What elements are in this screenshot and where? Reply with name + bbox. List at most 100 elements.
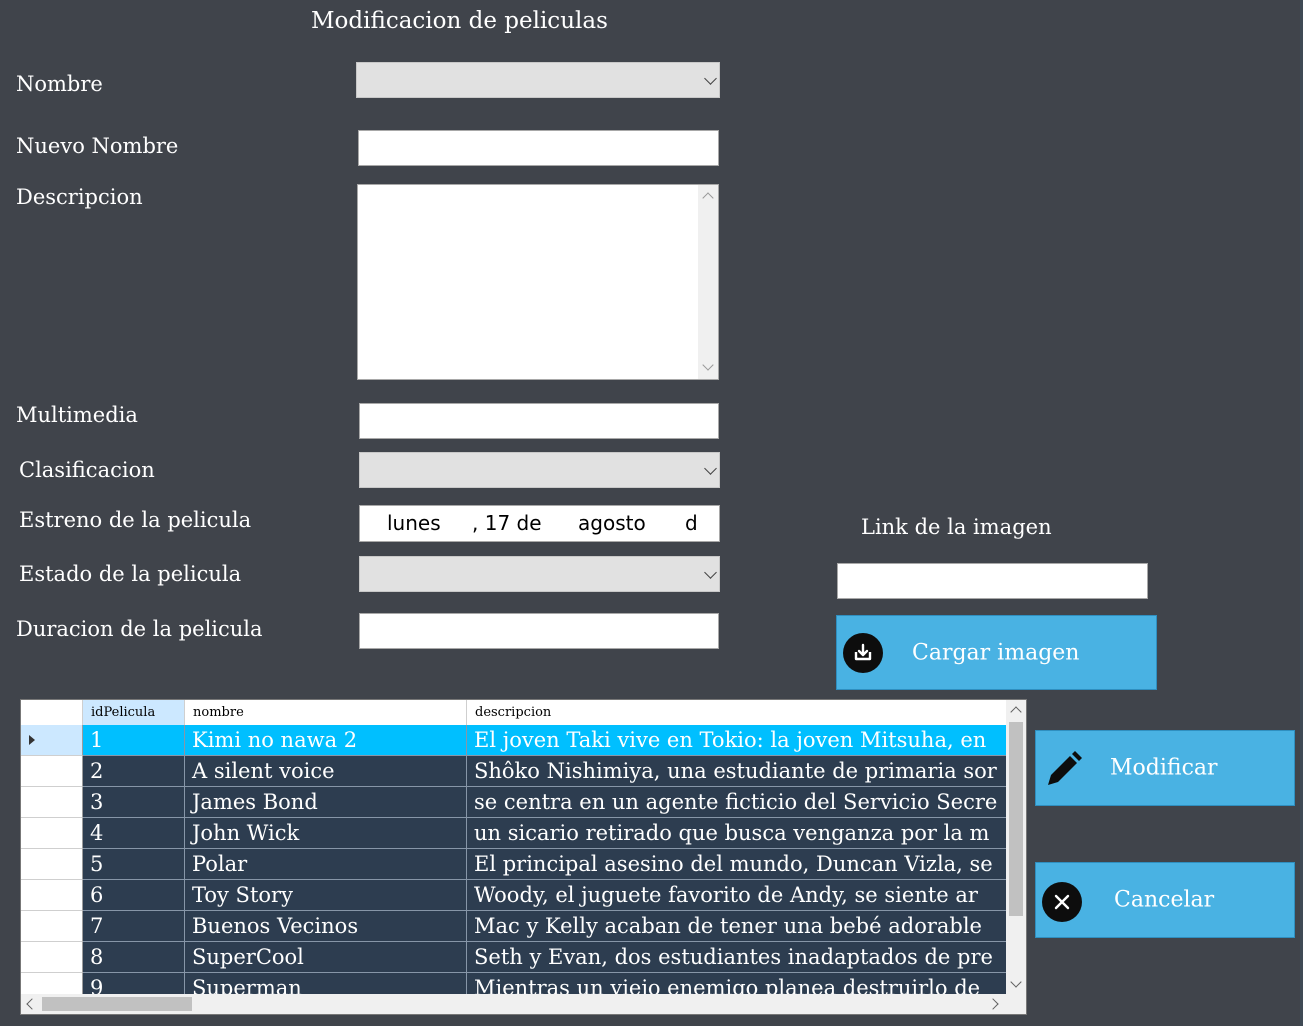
cell-nombre[interactable]: A silent voice [185, 756, 467, 787]
row-header[interactable] [21, 880, 83, 911]
grid-header: idPelicula nombre descripcion [21, 700, 1007, 726]
table-row[interactable]: 1 Kimi no nawa 2 El joven Taki vive en Tok… [21, 725, 1007, 756]
cell-descripcion[interactable]: Seth y Evan, dos estudiantes inadaptados… [467, 942, 1007, 973]
grid-body[interactable]: 1 Kimi no nawa 2 El joven Taki vive en Tok… [21, 725, 1007, 995]
scroll-up-icon[interactable] [702, 192, 714, 204]
row-header[interactable] [21, 849, 83, 880]
descripcion-textarea[interactable] [357, 184, 719, 380]
cell-nombre[interactable]: Kimi no nawa 2 [185, 725, 467, 756]
nuevo-nombre-input[interactable] [358, 130, 719, 166]
vertical-scroll-thumb[interactable] [1009, 722, 1023, 916]
scroll-up-icon[interactable] [1010, 706, 1022, 718]
grid-corner-header[interactable] [21, 700, 83, 725]
table-row[interactable]: 8 SuperCool Seth y Evan, dos estudiantes i… [21, 942, 1007, 973]
table-row[interactable]: 7 Buenos Vecinos Mac y Kelly acaban de ten… [21, 911, 1007, 942]
cell-descripcion[interactable]: Mac y Kelly acaban de tener una bebé ado… [467, 911, 1007, 942]
cell-nombre[interactable]: Superman [185, 973, 467, 995]
scrollbar-corner [1006, 994, 1026, 1014]
row-header[interactable] [21, 756, 83, 787]
column-header-nombre[interactable]: nombre [185, 700, 467, 725]
modificar-label: Modificar [1110, 755, 1218, 781]
download-icon [843, 633, 883, 673]
cell-idpelicula[interactable]: 9 [83, 973, 185, 995]
cell-descripcion[interactable]: El principal asesino del mundo, Duncan V… [467, 849, 1007, 880]
cell-idpelicula[interactable]: 5 [83, 849, 185, 880]
row-header[interactable] [21, 973, 83, 995]
row-header[interactable] [21, 942, 83, 973]
cargar-imagen-label: Cargar imagen [912, 640, 1080, 665]
current-row-arrow-icon [29, 735, 35, 745]
label-clasificacion: Clasificacion [19, 458, 155, 482]
duracion-input[interactable] [359, 613, 719, 649]
cell-idpelicula[interactable]: 8 [83, 942, 185, 973]
label-nuevo-nombre: Nuevo Nombre [16, 134, 179, 158]
scroll-down-icon[interactable] [1010, 976, 1022, 988]
cancelar-label: Cancelar [1114, 887, 1215, 913]
cell-idpelicula[interactable]: 2 [83, 756, 185, 787]
label-duracion: Duracion de la pelicula [16, 617, 263, 641]
date-day[interactable]: , 17 de [472, 511, 542, 535]
cell-idpelicula[interactable]: 7 [83, 911, 185, 942]
close-circle-icon [1042, 882, 1082, 922]
chevron-down-icon [704, 72, 717, 85]
table-row[interactable]: 6 Toy Story Woody, el juguete favorito de … [21, 880, 1007, 911]
table-row[interactable]: 2A silent voice Shôko Nishimiya, una estu… [21, 756, 1007, 787]
nombre-select[interactable] [356, 62, 720, 98]
label-nombre: Nombre [16, 72, 103, 96]
table-row[interactable]: 5 Polar El principal asesino del mundo, Du… [21, 849, 1007, 880]
cell-descripcion[interactable]: Woody, el juguete favorito de Andy, se s… [467, 880, 1007, 911]
horizontal-scroll-thumb[interactable] [42, 997, 192, 1011]
date-rest[interactable]: d [685, 511, 698, 535]
column-header-idpelicula[interactable]: idPelicula [83, 700, 185, 725]
cell-nombre[interactable]: Polar [185, 849, 467, 880]
pencil-icon [1042, 747, 1086, 791]
label-multimedia: Multimedia [16, 403, 138, 427]
cell-descripcion[interactable]: se centra en un agente ficticio del Serv… [467, 787, 1007, 818]
cell-idpelicula[interactable]: 3 [83, 787, 185, 818]
chevron-down-icon [704, 566, 717, 579]
cell-descripcion[interactable]: El joven Taki vive en Tokio: la joven Mi… [467, 725, 1007, 756]
label-estreno: Estreno de la pelicula [19, 508, 252, 532]
scroll-left-icon[interactable] [26, 998, 38, 1010]
cell-descripcion[interactable]: Mientras un viejo enemigo planea destrui… [467, 973, 1007, 995]
cell-descripcion[interactable]: un sicario retirado que busca venganza p… [467, 818, 1007, 849]
peliculas-grid[interactable]: idPelicula nombre descripcion 1 Kimi no n… [20, 699, 1027, 1015]
cargar-imagen-button[interactable]: Cargar imagen [836, 615, 1157, 690]
label-link-imagen: Link de la imagen [861, 515, 1052, 539]
table-row[interactable]: 9 Superman Mientras un viejo enemigo plane… [21, 973, 1007, 995]
row-header[interactable] [21, 818, 83, 849]
row-header[interactable] [21, 787, 83, 818]
clasificacion-select[interactable] [359, 452, 720, 488]
cell-nombre[interactable]: James Bond [185, 787, 467, 818]
cell-nombre[interactable]: Buenos Vecinos [185, 911, 467, 942]
page-title: Modificacion de peliculas [311, 8, 608, 34]
column-header-descripcion[interactable]: descripcion [467, 700, 1007, 725]
table-row[interactable]: 3 James Bond se centra en un agente fictic… [21, 787, 1007, 818]
cell-nombre[interactable]: Toy Story [185, 880, 467, 911]
grid-horizontal-scrollbar[interactable] [21, 994, 1007, 1014]
grid-vertical-scrollbar[interactable] [1006, 700, 1026, 995]
cell-nombre[interactable]: SuperCool [185, 942, 467, 973]
modificar-button[interactable]: Modificar [1035, 730, 1295, 806]
scroll-right-icon[interactable] [987, 998, 999, 1010]
cell-descripcion[interactable]: Shôko Nishimiya, una estudiante de prima… [467, 756, 1007, 787]
label-estado: Estado de la pelicula [19, 562, 242, 586]
label-descripcion: Descripcion [16, 185, 143, 209]
table-row[interactable]: 4 John Wick un sicario retirado que busca … [21, 818, 1007, 849]
multimedia-input[interactable] [359, 403, 719, 439]
date-month[interactable]: agosto [578, 511, 646, 535]
estado-select[interactable] [359, 556, 720, 592]
date-weekday[interactable]: lunes [387, 511, 441, 535]
cell-idpelicula[interactable]: 6 [83, 880, 185, 911]
row-header[interactable] [21, 725, 83, 756]
scroll-down-icon[interactable] [702, 359, 714, 371]
cancelar-button[interactable]: Cancelar [1035, 862, 1295, 938]
cell-nombre[interactable]: John Wick [185, 818, 467, 849]
row-header[interactable] [21, 911, 83, 942]
chevron-down-icon [704, 462, 717, 475]
link-imagen-input[interactable] [837, 563, 1148, 599]
estreno-datepicker[interactable]: lunes , 17 de agosto d [359, 505, 720, 542]
cell-idpelicula[interactable]: 1 [83, 725, 185, 756]
cell-idpelicula[interactable]: 4 [83, 818, 185, 849]
descripcion-scrollbar[interactable] [698, 185, 718, 379]
